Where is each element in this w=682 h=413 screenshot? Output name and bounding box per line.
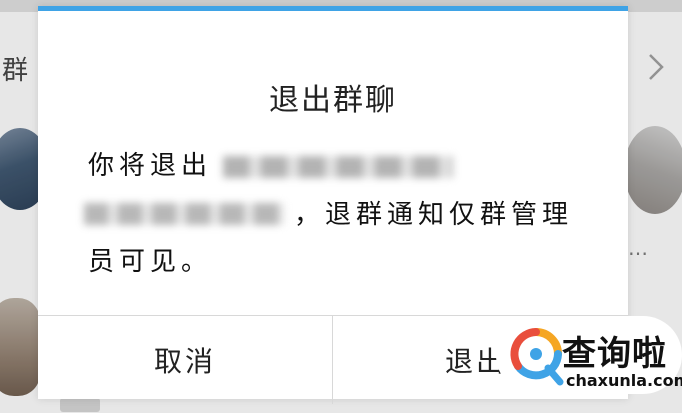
message-line-2: ，退群通知仅群管理 bbox=[88, 194, 573, 231]
watermark-domain: chaxunla.com bbox=[566, 371, 682, 390]
watermark-name: 查询啦 bbox=[562, 334, 667, 374]
redacted-group-name bbox=[223, 156, 453, 178]
message-notice: ，退群通知仅群管理 bbox=[294, 200, 574, 230]
message-prefix: 你将退出 bbox=[88, 151, 213, 181]
message-line-1: 你将退出 bbox=[88, 145, 212, 182]
magnifier-logo-icon bbox=[510, 328, 564, 386]
watermark: 查询啦 chaxunla.com bbox=[496, 316, 682, 413]
message-line-3: 员可见。 bbox=[88, 247, 213, 277]
cancel-button[interactable]: 取消 bbox=[38, 316, 332, 404]
dialog-title: 退出群聊 bbox=[269, 83, 397, 118]
